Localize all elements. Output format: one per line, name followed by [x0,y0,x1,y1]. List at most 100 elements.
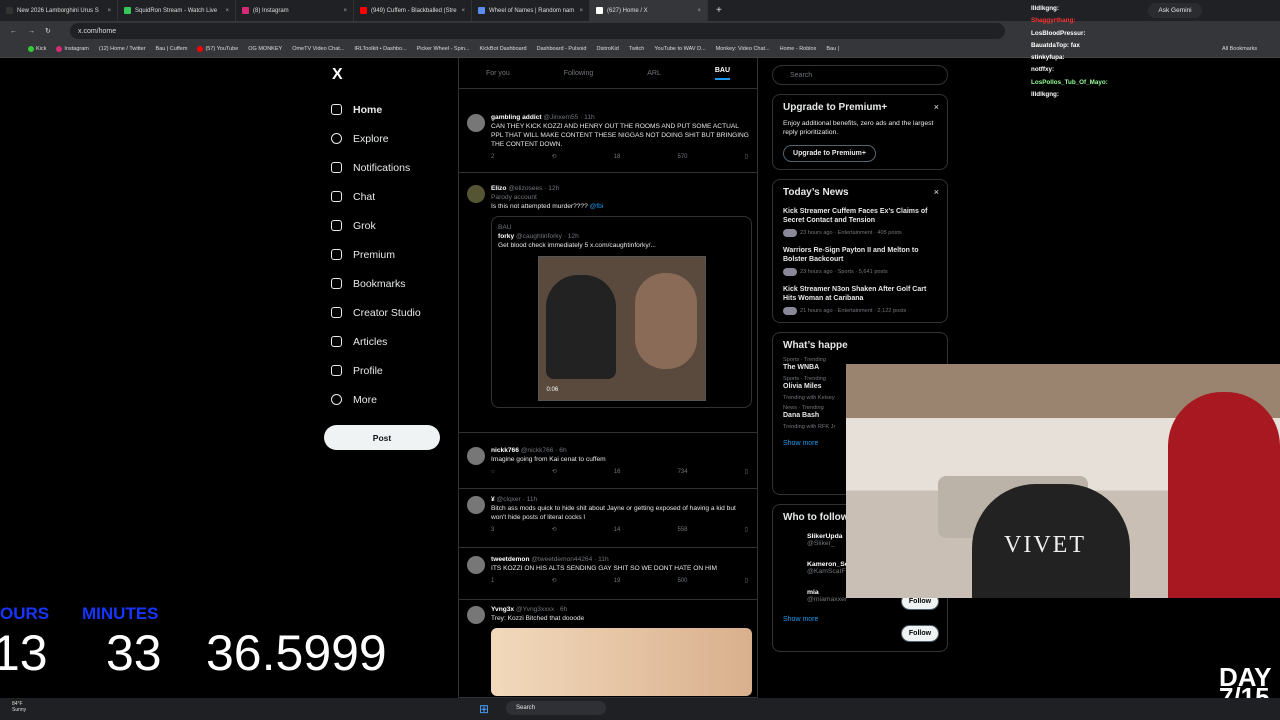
bookmark-item[interactable]: Picker Wheel - Spin... [417,46,470,52]
avatar[interactable] [467,114,485,132]
bookmark-item[interactable]: IRLToolkit • Dashbo... [354,46,406,52]
avatar[interactable] [467,556,485,574]
tab-bau[interactable]: BAU [714,67,730,80]
author-handle[interactable]: @Yvng3xxxx · 6h [516,606,567,613]
author-handle[interactable]: @Jinxem55 · 11h [543,114,594,121]
news-item[interactable]: Warriors Re-Sign Payton II and Melton to… [783,246,937,276]
address-bar[interactable]: x.com/home [70,23,1005,39]
upgrade-premium-button[interactable]: Upgrade to Premium+ [783,145,876,162]
bookmark-item[interactable]: Bau | [826,46,839,52]
nav-bookmarks[interactable]: Bookmarks [324,269,444,298]
like-icon[interactable]: 16 [614,468,621,477]
all-bookmarks[interactable]: All Bookmarks [1222,46,1257,52]
quote-author[interactable]: forky [498,233,514,240]
nav-creator-studio[interactable]: Creator Studio [324,298,444,327]
bookmark-item[interactable]: YouTube to WAV D... [654,46,705,52]
views-icon[interactable]: 570 [677,153,687,162]
reply-icon[interactable]: ○ [491,468,495,477]
video-player[interactable]: 0:06 [537,256,706,401]
nav-articles[interactable]: Articles [324,327,444,356]
taskbar-search-input[interactable]: Search [506,701,606,715]
browser-tab[interactable]: (949) Cuffem - Blackballed (Stre × [354,0,472,21]
author-name[interactable]: Elizo [491,185,506,192]
bookmark-item[interactable]: Monkey: Video Chat... [716,46,770,52]
bookmark-item[interactable]: OG MONKEY [248,46,282,52]
bookmark-icon[interactable]: ▯ [745,468,748,477]
like-icon[interactable]: 14 [614,526,621,535]
news-item[interactable]: Kick Streamer Cuffem Faces Ex's Claims o… [783,207,937,237]
follow-button[interactable]: Follow [901,625,939,642]
avatar[interactable] [467,606,485,624]
nav-grok[interactable]: Grok [324,211,444,240]
avatar[interactable] [467,496,485,514]
nav-explore[interactable]: Explore [324,124,444,153]
bookmark-item[interactable]: Bau | Cuffem [156,46,188,52]
like-icon[interactable]: 19 [614,577,621,586]
nav-home[interactable]: Home [324,95,444,124]
bookmark-icon[interactable]: ▯ [745,577,748,586]
post-button[interactable]: Post [324,425,440,450]
nav-notifications[interactable]: Notifications [324,153,444,182]
bookmark-item[interactable]: OmeTV Video Chat... [292,46,344,52]
author-name[interactable]: gambling addict [491,114,542,121]
bookmark-item[interactable]: Instagram [56,46,89,52]
tab-arl[interactable]: ARL [647,70,661,77]
views-icon[interactable]: 500 [677,577,687,586]
news-item[interactable]: Kick Streamer N3on Shaken After Golf Car… [783,285,937,315]
bookmark-item[interactable]: Home - Roblox [780,46,817,52]
reload-icon[interactable]: ↻ [45,27,51,35]
author-handle[interactable]: @tweetdemon44264 · 11h [531,556,608,563]
post-card[interactable]: tweetdemon @tweetdemon44264 · 11h ITS KO… [459,550,757,600]
author-handle[interactable]: @nickk766 · 6h [521,447,567,454]
bookmark-icon[interactable]: ▯ [745,526,748,535]
close-icon[interactable]: × [461,8,465,14]
quoted-post[interactable]: BAU forky @caughtinforky · 12h Get blood… [491,216,752,408]
post-card[interactable]: Elizo @elizosees · 12h Parody account Is… [459,179,757,433]
avatar[interactable] [467,447,485,465]
close-icon[interactable]: × [107,8,111,14]
tab-for-you[interactable]: For you [486,70,510,77]
quote-handle[interactable]: @caughtinforky · 12h [516,233,579,240]
tab-following[interactable]: Following [564,70,594,77]
close-icon[interactable]: × [697,8,701,14]
author-name[interactable]: ¥ [491,496,495,503]
browser-tab[interactable]: New 2026 Lamborghini Urus S × [0,0,118,21]
repost-icon[interactable]: ⟲ [551,577,556,586]
close-icon[interactable]: × [343,8,347,14]
close-icon[interactable]: × [579,8,583,14]
close-icon[interactable]: × [934,102,939,112]
author-handle[interactable]: @elizosees · 12h [508,185,559,192]
bookmark-icon[interactable]: ▯ [745,153,748,162]
post-card[interactable]: Yvng3x @Yvng3xxxx · 6h Trey: Kozzi Bitch… [459,600,757,698]
browser-tab[interactable]: Wheel of Names | Random nam × [472,0,590,21]
show-more-link[interactable]: Show more [783,616,937,623]
bookmark-item[interactable]: (57) YouTube [197,46,238,52]
views-icon[interactable]: 558 [677,526,687,535]
browser-tab[interactable]: (8) Instagram × [236,0,354,21]
bookmark-item[interactable]: KickBot Dashboard [480,46,527,52]
author-name[interactable]: Yvng3x [491,606,514,613]
views-icon[interactable]: 734 [678,468,688,477]
reply-icon[interactable]: 2 [491,153,494,162]
reply-icon[interactable]: 1 [491,577,494,586]
mention-link[interactable]: @fbi [590,203,604,210]
new-tab-icon[interactable]: + [708,5,722,16]
weather-widget[interactable]: 84°F Sunny [12,701,26,713]
nav-chat[interactable]: Chat [324,182,444,211]
bookmark-item[interactable]: Dashboard - Pulsoid [537,46,587,52]
bookmark-item[interactable]: DistroKid [596,46,618,52]
url-text[interactable]: x.com/home [78,28,116,35]
repost-icon[interactable]: ⟲ [552,468,557,477]
author-handle[interactable]: @clqxer · 11h [497,496,538,503]
bookmark-item[interactable]: Twitch [629,46,645,52]
author-name[interactable]: nickk766 [491,447,519,454]
browser-tab[interactable]: SquidRon Stream - Watch Live × [118,0,236,21]
like-icon[interactable]: 18 [614,153,621,162]
repost-icon[interactable]: ⟲ [551,153,556,162]
close-icon[interactable]: × [225,8,229,14]
bookmark-item[interactable]: Kick [28,46,46,52]
post-card[interactable]: nickk766 @nickk766 · 6h Imagine going fr… [459,441,757,489]
reply-icon[interactable]: 3 [491,526,494,535]
nav-profile[interactable]: Profile [324,356,444,385]
nav-more[interactable]: More [324,385,444,414]
